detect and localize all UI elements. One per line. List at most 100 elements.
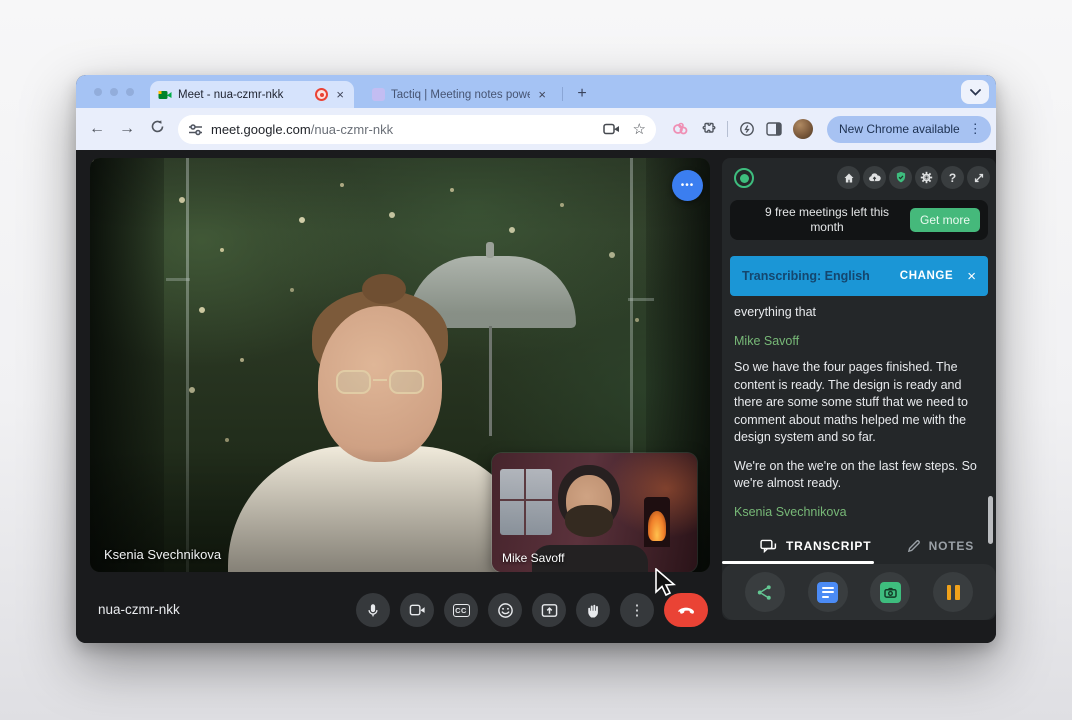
tab-search-chevron-button[interactable] — [961, 80, 989, 104]
google-docs-icon — [817, 582, 838, 603]
bookmark-star-icon[interactable]: ☆ — [633, 120, 646, 138]
extension-icons — [672, 119, 813, 139]
emoji-icon — [497, 602, 514, 619]
more-vert-icon: ⋮ — [630, 601, 645, 619]
tab-strip: Meet - nua-czmr-nkk × Tactiq | Meeting n… — [76, 75, 996, 108]
chrome-update-chip[interactable]: New Chrome available ⋮ — [827, 116, 991, 143]
raise-hand-button[interactable] — [576, 593, 610, 627]
privacy-button[interactable] — [889, 166, 912, 189]
google-docs-button[interactable] — [808, 572, 848, 612]
battery-saver-icon[interactable] — [739, 121, 755, 137]
chat-dots-icon: ••• — [681, 180, 695, 191]
help-button[interactable]: ? — [941, 166, 964, 189]
url-path: /nua-czmr-nkk — [311, 122, 393, 137]
desktop-background: Meet - nua-czmr-nkk × Tactiq | Meeting n… — [0, 0, 1072, 720]
transcript-partial-line: everything that — [734, 304, 980, 322]
tab-tactiq-close-icon[interactable]: × — [536, 88, 548, 101]
window-zoom-button[interactable] — [126, 88, 134, 96]
camera-button[interactable] — [400, 593, 434, 627]
change-language-button[interactable]: CHANGE — [900, 270, 953, 282]
tab-divider — [562, 87, 563, 101]
share-icon — [756, 584, 773, 601]
transcript-speaker: Mike Savoff — [734, 333, 980, 351]
transcribing-banner: Transcribing: English CHANGE × — [730, 256, 988, 296]
tab-meet[interactable]: Meet - nua-czmr-nkk × — [150, 81, 354, 108]
url-text: meet.google.com/nua-czmr-nkk — [211, 122, 603, 137]
transcribing-label: Transcribing: English — [742, 269, 870, 283]
tab-meet-close-icon[interactable]: × — [334, 88, 346, 101]
forward-button[interactable]: → — [112, 120, 142, 138]
chrome-update-label: New Chrome available — [839, 122, 960, 136]
get-more-button[interactable]: Get more — [910, 208, 980, 232]
expand-icon — [973, 172, 985, 184]
transcript-text: So we have the four pages finished. The … — [734, 359, 980, 447]
reload-button[interactable] — [142, 119, 172, 139]
chrome-menu-kebab-icon[interactable]: ⋮ — [966, 121, 985, 137]
transcript-panel[interactable]: everything that Mike Savoff So we have t… — [734, 304, 980, 530]
tab-notes-label: NOTES — [929, 539, 974, 553]
share-button[interactable] — [745, 572, 785, 612]
side-panel-icon[interactable] — [766, 122, 782, 136]
pip-video-tile[interactable]: Mike Savoff — [492, 453, 697, 572]
tactiq-chat-bubble-button[interactable]: ••• — [672, 170, 703, 201]
browser-window: Meet - nua-czmr-nkk × Tactiq | Meeting n… — [76, 75, 996, 643]
free-meetings-banner: 9 free meetings left this month Get more — [730, 200, 988, 240]
captions-button[interactable]: CC — [444, 593, 478, 627]
extensions-puzzle-icon[interactable] — [700, 121, 716, 137]
toolbar-divider — [727, 121, 728, 137]
sidebar-header-icons: ? — [837, 166, 990, 189]
camera-permission-icon[interactable] — [603, 122, 621, 136]
tab-transcript[interactable]: TRANSCRIPT — [760, 539, 871, 554]
recording-indicator-icon — [315, 88, 328, 101]
sidebar-tab-bar: TRANSCRIPT NOTES — [722, 532, 996, 560]
settings-button[interactable] — [915, 166, 938, 189]
present-button[interactable] — [532, 593, 566, 627]
captions-icon: CC — [453, 604, 470, 617]
meet-controls: CC ⋮ — [356, 593, 708, 627]
screenshot-button[interactable] — [870, 572, 910, 612]
pause-icon — [947, 585, 960, 600]
transcribing-close-icon[interactable]: × — [967, 268, 976, 285]
pip-window — [500, 469, 552, 535]
reactions-button[interactable] — [488, 593, 522, 627]
tab-meet-title: Meet - nua-czmr-nkk — [178, 89, 309, 101]
transcript-text: We're on the we're on the last few steps… — [734, 458, 980, 493]
new-tab-button[interactable]: + — [572, 84, 592, 104]
shield-check-icon — [895, 171, 907, 184]
pip-window-mullion — [524, 469, 526, 535]
hand-icon — [586, 602, 601, 619]
end-call-icon — [677, 606, 695, 614]
pip-window-mullion — [500, 499, 552, 501]
transcript-speaker: Ksenia Svechnikova — [734, 504, 980, 522]
gear-icon — [920, 171, 933, 184]
tactiq-favicon-icon — [372, 88, 385, 101]
reload-icon — [150, 119, 165, 134]
pink-extension-icon[interactable] — [672, 122, 689, 137]
tab-tactiq[interactable]: Tactiq | Meeting notes powe × — [364, 81, 556, 108]
more-options-button[interactable]: ⋮ — [620, 593, 654, 627]
videocam-icon — [409, 603, 426, 617]
cloud-icon — [868, 172, 881, 183]
present-icon — [541, 603, 558, 618]
mic-button[interactable] — [356, 593, 390, 627]
back-button[interactable]: ← — [82, 120, 112, 138]
tactiq-logo-icon — [734, 168, 754, 188]
window-minimize-button[interactable] — [110, 88, 118, 96]
window-close-button[interactable] — [94, 88, 102, 96]
home-button[interactable] — [837, 166, 860, 189]
free-meetings-text: 9 free meetings left this month — [752, 205, 902, 235]
url-bar[interactable]: meet.google.com/nua-czmr-nkk ☆ — [178, 115, 656, 144]
end-call-button[interactable] — [664, 593, 708, 627]
pencil-icon — [907, 539, 921, 553]
tactiq-sidebar: ? 9 free meetings left this month Get mo… — [722, 158, 996, 620]
tab-transcript-label: TRANSCRIPT — [786, 539, 871, 553]
profile-avatar[interactable] — [793, 119, 813, 139]
main-participant-name: Ksenia Svechnikova — [104, 547, 221, 562]
tab-notes[interactable]: NOTES — [907, 539, 974, 553]
upload-button[interactable] — [863, 166, 886, 189]
main-video-tile[interactable]: Ksenia Svechnikova ••• Mike Savoff — [90, 158, 710, 572]
pause-transcription-button[interactable] — [933, 572, 973, 612]
expand-button[interactable] — [967, 166, 990, 189]
url-domain: meet.google.com — [211, 122, 311, 137]
camera-capture-icon — [880, 582, 901, 603]
